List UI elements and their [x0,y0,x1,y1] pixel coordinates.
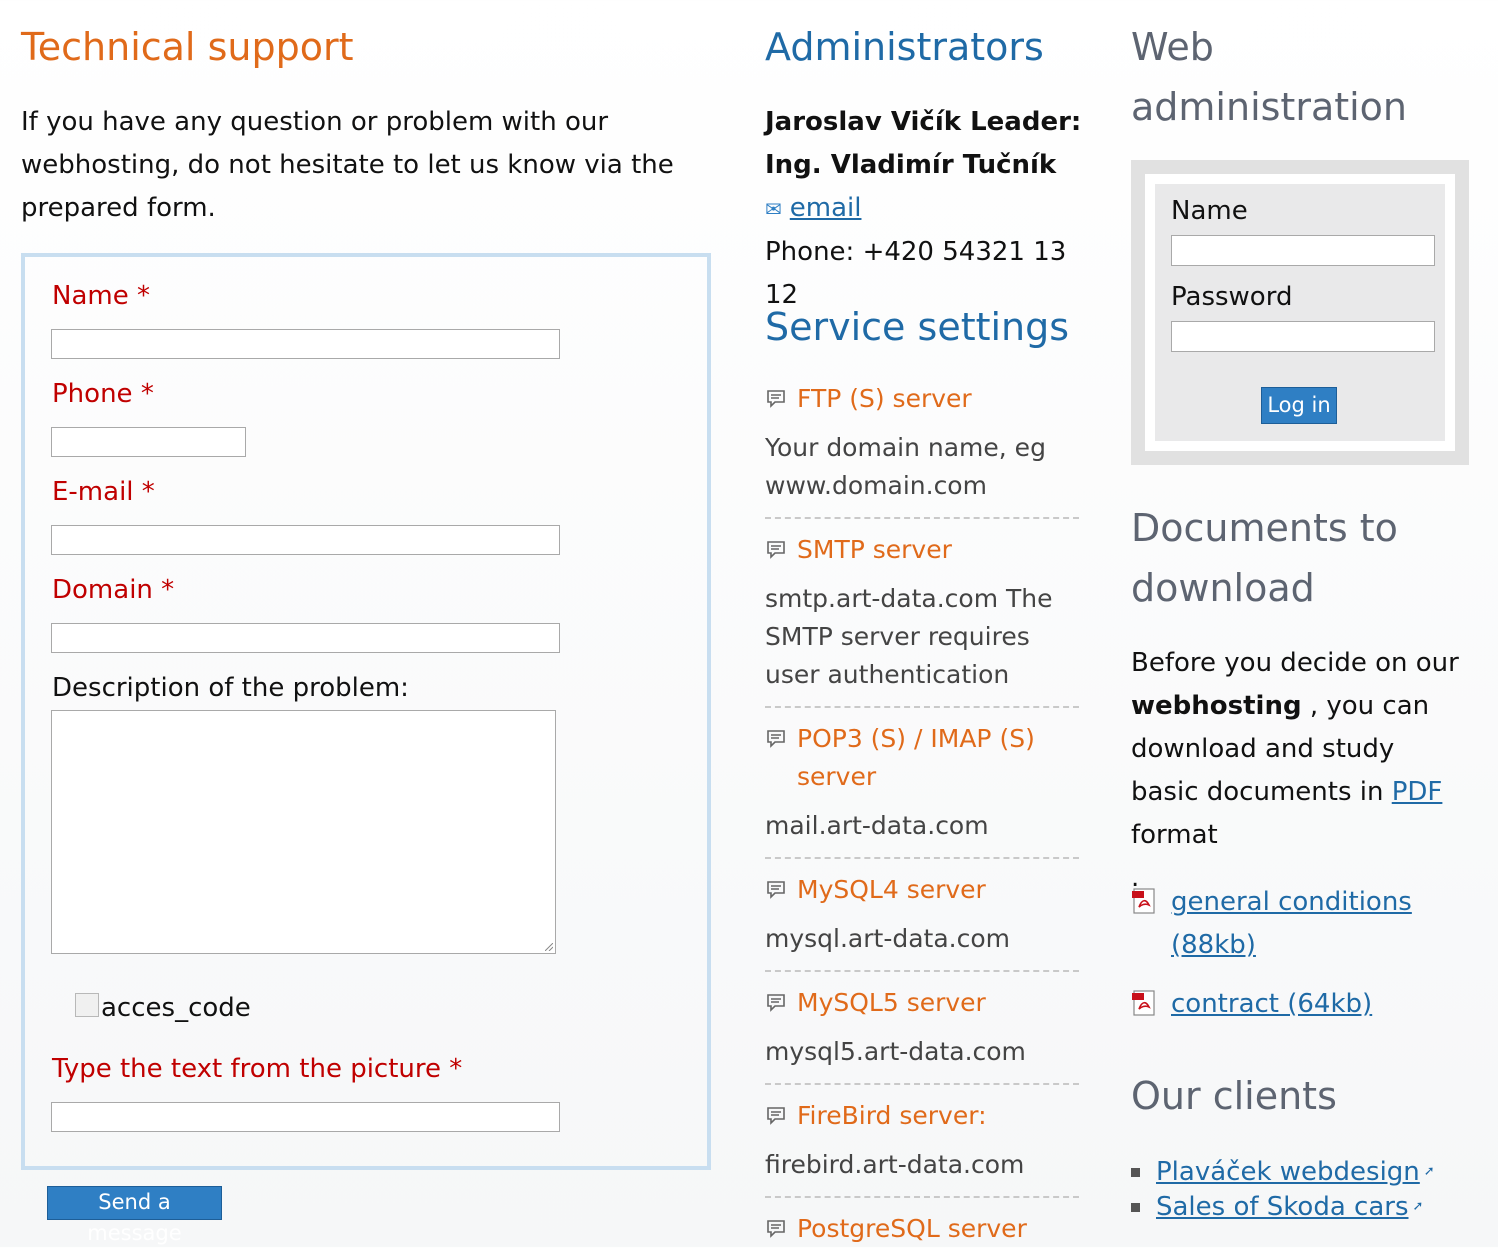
login-button[interactable]: Log in [1261,387,1337,424]
service-name: MySQL4 server [765,871,1079,909]
service-name: MySQL5 server [765,984,1079,1022]
domain-input[interactable] [51,623,560,653]
client-link[interactable]: Sales of Skoda cars [1156,1192,1409,1222]
login-name-input[interactable] [1171,235,1435,266]
document-item: contract (64kb) [1131,983,1471,1028]
admin-leader: Jaroslav Vičík Leader: [765,107,1082,137]
email-label: E-mail * [52,477,155,507]
captcha-label: Type the text from the picture * [52,1054,463,1084]
service-item: SMTP server smtp.art-data.com The SMTP s… [765,519,1079,708]
external-link-icon: ➚ [1412,1199,1424,1214]
phone-input[interactable] [51,427,246,457]
clients-title: Our clients [1131,1074,1337,1118]
comment-icon [767,730,785,748]
service-item: MySQL5 server mysql5.art-data.com [765,972,1079,1085]
admin-email-row: ✉ email [765,187,1105,231]
comment-icon [767,1107,785,1125]
bullet-square-icon [1131,1203,1140,1212]
login-password-label: Password [1171,282,1293,312]
domain-label: Domain * [52,575,175,605]
phone-label: Phone * [52,379,154,409]
comment-icon [767,994,785,1012]
service-desc: Your domain name, eg www.domain.com [765,433,1046,500]
captcha-input[interactable] [51,1102,560,1132]
document-item: general conditions (88kb) [1131,881,1471,971]
service-desc: firebird.art-data.com [765,1150,1025,1179]
support-intro: If you have any question or problem with… [21,107,674,223]
service-name: PostgreSQL server [765,1210,1079,1248]
name-label: Name * [52,281,150,311]
description-label: Description of the problem: [52,673,409,703]
service-name: FireBird server: [765,1097,1079,1135]
resize-grip-icon[interactable] [545,943,553,951]
bullet-square-icon [1131,1168,1140,1177]
client-item: Plaváček webdesign ➚ [1131,1154,1435,1190]
admins-title: Administrators [765,25,1044,69]
pdf-file-icon [1132,888,1155,914]
webhosting-bold: webhosting [1131,691,1302,721]
service-item: MySQL4 server mysql.art-data.com [765,859,1079,972]
service-desc: mail.art-data.com [765,811,989,840]
comment-icon [767,1220,785,1238]
service-item: PostgreSQL server [765,1198,1079,1248]
service-name: POP3 (S) / IMAP (S) server [765,720,1079,796]
service-item: FireBird server: firebird.art-data.com [765,1085,1079,1198]
webadmin-title: Web administration [1131,25,1408,129]
login-password-input[interactable] [1171,321,1435,352]
login-name-label: Name [1171,196,1248,226]
description-textarea[interactable] [51,710,556,954]
document-link[interactable]: general conditions (88kb) [1171,881,1461,967]
service-item: FTP (S) server Your domain name, eg www.… [765,380,1079,519]
email-input[interactable] [51,525,560,555]
service-name: FTP (S) server [765,380,1079,418]
envelope-icon: ✉ [765,197,782,221]
captcha-image: acces_code [75,993,251,1023]
services-title: Service settings [765,305,1070,349]
pdf-file-icon [1132,990,1155,1016]
broken-image-icon [75,993,99,1017]
support-form: Name * Phone * E-mail * Domain * Descrip… [21,253,711,1170]
client-item: Sales of Skoda cars ➚ [1131,1189,1423,1225]
service-desc: mysql.art-data.com [765,924,1011,953]
comment-icon [767,390,785,408]
document-link[interactable]: contract (64kb) [1171,983,1461,1026]
service-desc: smtp.art-data.com The SMTP server requir… [765,584,1053,689]
support-title: Technical support [21,25,354,69]
send-message-button[interactable]: Send a message [47,1186,222,1245]
external-link-icon: ➚ [1423,1164,1435,1179]
service-item: POP3 (S) / IMAP (S) server mail.art-data… [765,708,1079,859]
client-link[interactable]: Plaváček webdesign [1156,1157,1420,1187]
service-name: SMTP server [765,531,1079,569]
comment-icon [767,881,785,899]
admin-name: Ing. Vladimír Tučník [765,150,1057,180]
documents-intro: Before you decide on our webhosting , yo… [1131,648,1459,893]
documents-title: Documents to download [1131,506,1398,610]
login-form: Name Password Log in [1145,174,1455,451]
login-panel: Name Password Log in [1131,160,1469,465]
service-desc: mysql5.art-data.com [765,1037,1026,1066]
name-input[interactable] [51,329,560,359]
comment-icon [767,541,785,559]
pdf-link[interactable]: PDF [1392,777,1443,807]
services-list: FTP (S) server Your domain name, eg www.… [765,380,1079,1248]
admin-email-link[interactable]: email [790,193,862,223]
